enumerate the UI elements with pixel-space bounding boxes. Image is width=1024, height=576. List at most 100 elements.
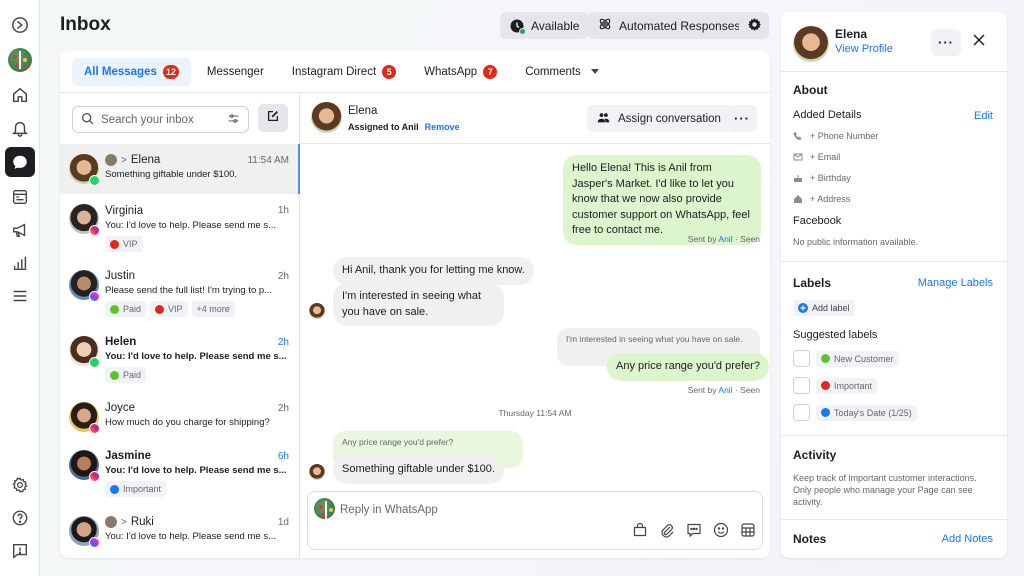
bell-icon[interactable] <box>6 114 34 142</box>
page-avatar <box>314 498 335 519</box>
contact-avatar[interactable] <box>793 26 829 62</box>
help-icon[interactable] <box>6 504 34 532</box>
megaphone-icon[interactable] <box>6 216 34 244</box>
notes-section: Notes Add Notes <box>781 520 1007 558</box>
edit-details-link[interactable]: Edit <box>974 110 993 122</box>
conversation-preview: You: I'd love to help. Please send me s.… <box>105 220 276 231</box>
conversation-preview: You: I'd love to help. Please send me s.… <box>105 531 276 542</box>
reply-input[interactable]: Reply in WhatsApp <box>340 504 438 516</box>
suggested-label-row: New Customer <box>793 345 995 372</box>
contact-name: Virginia <box>105 205 144 217</box>
whatsapp-icon <box>89 357 100 368</box>
compose-button[interactable] <box>258 104 288 132</box>
chevron-right-icon: > <box>121 154 127 166</box>
conversation-item[interactable]: Helen 2h You: I'd love to help. Please s… <box>60 326 299 392</box>
chat-header: Elena Assigned to Anil Remove Assign conv… <box>300 94 770 144</box>
page-avatar[interactable] <box>6 46 34 74</box>
conversation-item[interactable]: > Ruki 1d You: I'd love to help. Please s… <box>60 506 299 558</box>
automation-icon <box>598 17 612 34</box>
tab-all-messages[interactable]: All Messages 12 <box>72 57 191 86</box>
conversation-item[interactable]: Virginia 1h You: I'd love to help. Pleas… <box>60 194 299 260</box>
label-checkbox[interactable] <box>793 377 810 394</box>
tab-whatsapp[interactable]: WhatsApp 7 <box>412 58 509 86</box>
tab-comments[interactable]: Comments <box>513 58 611 86</box>
labels-section: Labels Manage Labels Add label Suggested… <box>781 262 1007 436</box>
search-icon <box>81 112 94 128</box>
manage-labels-link[interactable]: Manage Labels <box>918 277 993 289</box>
close-icon[interactable] <box>972 33 986 47</box>
shop-bag-icon[interactable] <box>632 522 648 543</box>
contact-name: Joyce <box>105 402 136 414</box>
add-phone-item[interactable]: + Phone Number <box>793 125 995 146</box>
availability-label: Available <box>531 18 580 33</box>
contact-name: Helen <box>105 336 137 348</box>
conversation-item[interactable]: Joyce 2h How much do you charge for ship… <box>60 392 299 440</box>
reply-box[interactable]: Reply in WhatsApp <box>307 491 763 550</box>
chevron-right-icon: > <box>121 516 127 528</box>
filter-icon[interactable] <box>227 112 240 128</box>
conversation-time: 2h <box>277 271 289 282</box>
conversation-preview: Please send the full list! I'm trying to… <box>105 285 273 296</box>
label-checkbox[interactable] <box>793 350 810 367</box>
message-status: Sent by Anil · Seen <box>687 385 760 395</box>
settings-icon[interactable] <box>6 471 34 499</box>
conversation-preview: Something giftable under $100. <box>105 169 238 180</box>
label-checkbox[interactable] <box>793 404 810 421</box>
pages-icon[interactable] <box>6 183 34 211</box>
label-tag: VIP <box>105 236 143 252</box>
assign-conversation-button[interactable]: Assign conversation <box>587 105 731 132</box>
email-icon <box>793 153 803 160</box>
insights-icon[interactable] <box>6 249 34 277</box>
remove-assignment-link[interactable]: Remove <box>425 122 460 132</box>
chat-panel: Elena Assigned to Anil Remove Assign conv… <box>300 94 770 558</box>
profile-more-button[interactable]: ··· <box>931 29 961 56</box>
view-profile-link[interactable]: View Profile <box>835 43 893 55</box>
unread-badge: 12 <box>162 64 179 79</box>
conversation-time: 2h <box>277 403 289 414</box>
assignee-avatar <box>105 154 117 166</box>
chat-more-button[interactable]: ··· <box>727 105 757 132</box>
instagram-icon <box>89 225 100 236</box>
suggested-label-row: Important <box>793 372 995 399</box>
attachment-icon[interactable] <box>659 522 675 543</box>
conversation-items: > Elena 11:54 AM Something giftable under… <box>60 144 300 558</box>
meta-logo-icon[interactable] <box>6 11 34 39</box>
channel-tabs: All Messages 12 Messenger Instagram Direc… <box>60 51 770 93</box>
whatsapp-icon <box>89 175 100 186</box>
add-email-item[interactable]: + Email <box>793 146 995 167</box>
settings-button[interactable] <box>739 12 769 39</box>
about-title: About <box>793 83 828 97</box>
emoji-icon[interactable] <box>713 522 729 543</box>
tab-messenger[interactable]: Messenger <box>195 58 276 86</box>
menu-icon[interactable] <box>6 282 34 310</box>
contact-avatar[interactable] <box>311 102 342 133</box>
instagram-icon <box>89 471 100 482</box>
add-address-item[interactable]: + Address <box>793 188 995 209</box>
add-birthday-item[interactable]: + Birthday <box>793 167 995 188</box>
more-labels-tag[interactable]: +4 more <box>191 301 235 317</box>
date-divider: Thursday 11:54 AM <box>498 408 572 418</box>
contact-name: Elena <box>130 154 161 166</box>
activity-section: Activity Keep track of important custome… <box>781 436 1007 520</box>
conversation-item[interactable]: Justin 2h Please send the full list! I'm… <box>60 260 299 326</box>
tab-instagram-direct[interactable]: Instagram Direct 5 <box>280 58 408 86</box>
automated-label: Automated Responses <box>619 18 741 33</box>
conversation-time: 6h <box>277 451 289 462</box>
saved-replies-icon[interactable] <box>686 522 702 543</box>
table-icon[interactable] <box>740 522 756 543</box>
availability-button[interactable]: Available <box>500 12 590 39</box>
search-input[interactable]: Search your inbox <box>72 106 249 133</box>
home-icon[interactable] <box>6 81 34 109</box>
conversation-item[interactable]: Jasmine 6h You: I'd love to help. Please… <box>60 440 299 506</box>
report-icon[interactable] <box>6 537 34 565</box>
activity-title: Activity <box>793 448 837 462</box>
add-notes-link[interactable]: Add Notes <box>942 533 993 545</box>
automated-responses-button[interactable]: Automated Responses <box>588 12 751 39</box>
suggested-labels-title: Suggested labels <box>793 329 878 341</box>
clock-icon <box>510 19 526 35</box>
incoming-message: I'm interested in seeing what you have o… <box>333 283 504 326</box>
inbox-icon[interactable] <box>5 147 35 177</box>
label-tag: Paid <box>105 367 147 383</box>
add-label-button[interactable]: Add label <box>793 300 855 316</box>
conversation-item[interactable]: > Elena 11:54 AM Something giftable under… <box>60 144 300 194</box>
